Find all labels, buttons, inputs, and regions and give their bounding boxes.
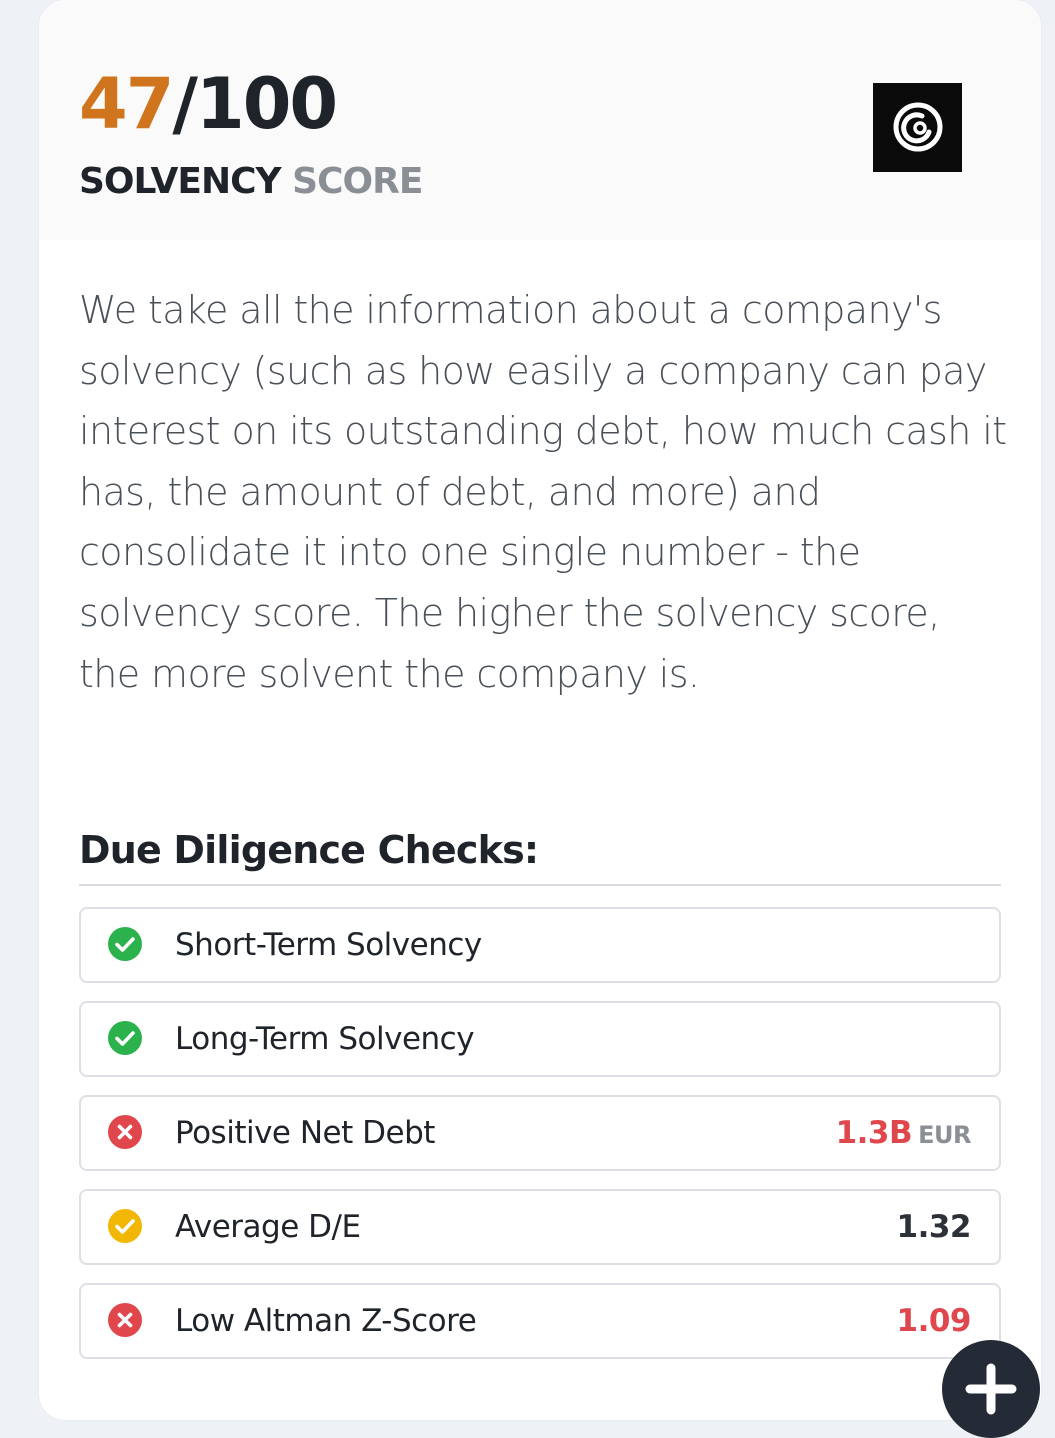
ubisoft-swirl-icon <box>893 102 943 152</box>
check-label: Short-Term Solvency <box>175 927 482 963</box>
check-circle-icon <box>108 927 142 961</box>
check-circle-icon <box>108 1209 142 1243</box>
score-label-primary: SOLVENCY <box>79 161 282 202</box>
score-value: 47 <box>79 63 174 145</box>
solvency-score: 47/100 <box>79 62 338 146</box>
plus-icon <box>965 1363 1017 1415</box>
checks-title: Due Diligence Checks: <box>79 828 539 872</box>
company-logo[interactable] <box>873 83 962 172</box>
check-label: Average D/E <box>175 1209 361 1245</box>
score-label-secondary: SCORE <box>292 161 423 202</box>
add-fab-button[interactable] <box>942 1340 1040 1438</box>
check-value: 1.3B EUR <box>835 1097 972 1171</box>
solvency-card: 47/100 SOLVENCY SCORE We take all the in… <box>39 0 1041 1420</box>
solvency-description: We take all the information about a comp… <box>79 288 1007 696</box>
checks-divider <box>79 884 1001 886</box>
score-label: SOLVENCY SCORE <box>79 158 423 206</box>
check-row-average-de[interactable]: Average D/E 1.32 <box>79 1189 1001 1265</box>
check-row-long-term-solvency[interactable]: Long-Term Solvency <box>79 1001 1001 1077</box>
net-debt-unit: EUR <box>918 1121 971 1149</box>
check-value: 1.32 <box>896 1209 972 1245</box>
x-circle-icon <box>108 1303 142 1337</box>
check-row-positive-net-debt[interactable]: Positive Net Debt 1.3B EUR <box>79 1095 1001 1171</box>
net-debt-value: 1.3B <box>835 1115 913 1151</box>
check-label: Low Altman Z-Score <box>175 1303 477 1339</box>
check-row-low-altman-z-score[interactable]: Low Altman Z-Score 1.09 <box>79 1283 1001 1359</box>
score-max: /100 <box>172 63 338 145</box>
x-circle-icon <box>108 1115 142 1149</box>
check-label: Positive Net Debt <box>175 1115 435 1151</box>
check-label: Long-Term Solvency <box>175 1021 475 1057</box>
check-circle-icon <box>108 1021 142 1055</box>
check-row-short-term-solvency[interactable]: Short-Term Solvency <box>79 907 1001 983</box>
